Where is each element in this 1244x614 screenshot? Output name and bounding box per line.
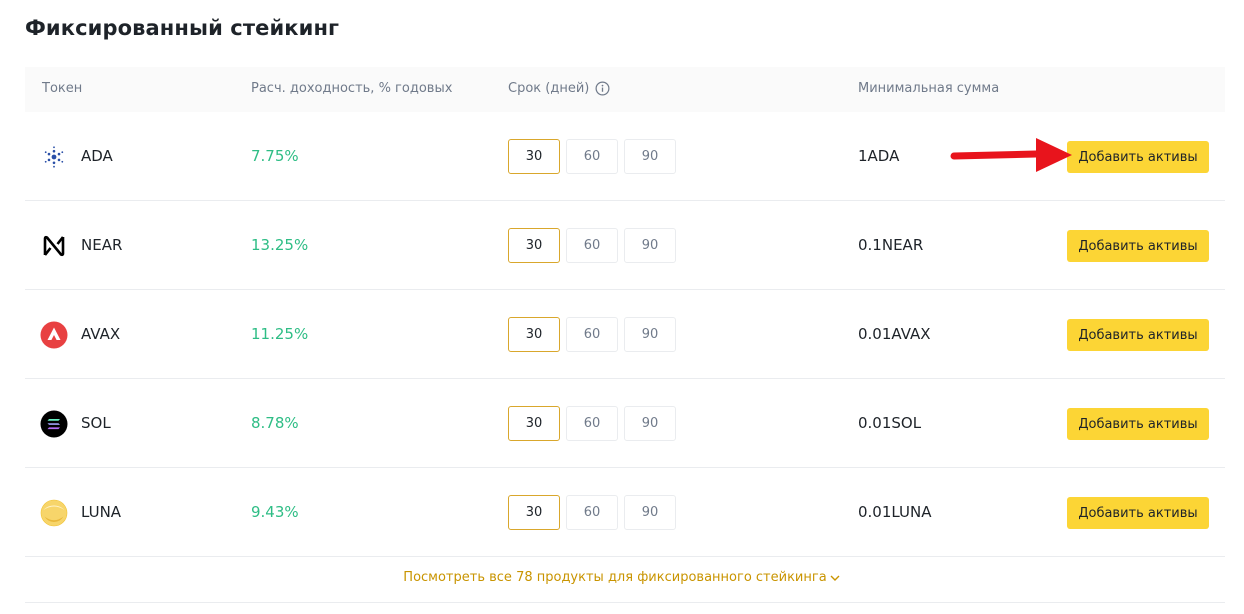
term-30-button[interactable]: 30 — [508, 139, 560, 174]
page-title: Фиксированный стейкинг — [25, 16, 340, 40]
add-assets-button[interactable]: Добавить активы — [1067, 497, 1209, 529]
token-name: SOL — [81, 414, 111, 432]
header-token: Токен — [42, 81, 83, 96]
view-all-products-label: Посмотреть все 78 продукты для фиксирова… — [403, 570, 827, 585]
header-min-amount: Минимальная сумма — [858, 81, 1000, 96]
term-90-button[interactable]: 90 — [624, 317, 676, 352]
term-30-button[interactable]: 30 — [508, 317, 560, 352]
solana-icon — [40, 410, 68, 438]
chevron-down-icon — [830, 575, 840, 581]
token-name: ADA — [81, 147, 113, 165]
header-term: Срок (дней) — [508, 81, 610, 96]
yield-value: 8.78% — [251, 414, 299, 432]
term-30-button[interactable]: 30 — [508, 495, 560, 530]
term-60-button[interactable]: 60 — [566, 228, 618, 263]
min-amount: 0.01SOL — [858, 414, 922, 432]
min-amount: 0.01AVAX — [858, 325, 931, 343]
term-90-button[interactable]: 90 — [624, 406, 676, 441]
header-term-label: Срок (дней) — [508, 81, 590, 96]
add-assets-button[interactable]: Добавить активы — [1067, 408, 1209, 440]
terra-luna-icon — [40, 499, 68, 527]
table-row: AVAX 11.25% 30 60 90 0.01AVAX Добавить а… — [25, 290, 1225, 379]
term-60-button[interactable]: 60 — [566, 495, 618, 530]
yield-value: 9.43% — [251, 503, 299, 521]
cardano-icon — [44, 146, 64, 168]
yield-value: 13.25% — [251, 236, 309, 254]
token-name: LUNA — [81, 503, 122, 521]
avalanche-icon — [40, 321, 68, 349]
add-assets-button[interactable]: Добавить активы — [1067, 230, 1209, 262]
add-assets-button[interactable]: Добавить активы — [1067, 141, 1209, 173]
header-yield: Расч. доходность, % годовых — [251, 81, 453, 96]
term-90-button[interactable]: 90 — [624, 228, 676, 263]
token-name: NEAR — [81, 236, 123, 254]
info-icon[interactable] — [595, 81, 610, 96]
yield-value: 11.25% — [251, 325, 309, 343]
table-header: Токен Расч. доходность, % годовых Срок (… — [25, 67, 1225, 112]
term-90-button[interactable]: 90 — [624, 495, 676, 530]
table-row: SOL 8.78% 30 60 90 0.01SOL Добавить акти… — [25, 379, 1225, 468]
view-all-products-link[interactable]: Посмотреть все 78 продукты для фиксирова… — [0, 570, 1244, 585]
add-assets-button[interactable]: Добавить активы — [1067, 319, 1209, 351]
term-90-button[interactable]: 90 — [624, 139, 676, 174]
token-name: AVAX — [81, 325, 121, 343]
term-30-button[interactable]: 30 — [508, 406, 560, 441]
red-arrow-annotation-icon — [950, 138, 1072, 172]
near-icon — [43, 235, 65, 257]
min-amount: 1ADA — [858, 147, 900, 165]
min-amount: 0.01LUNA — [858, 503, 932, 521]
yield-value: 7.75% — [251, 147, 299, 165]
staking-table: Токен Расч. доходность, % годовых Срок (… — [25, 67, 1225, 557]
table-row: NEAR 13.25% 30 60 90 0.1NEAR Добавить ак… — [25, 201, 1225, 290]
table-row: LUNA 9.43% 30 60 90 0.01LUNA Добавить ак… — [25, 468, 1225, 557]
divider — [25, 602, 1225, 603]
min-amount: 0.1NEAR — [858, 236, 924, 254]
term-30-button[interactable]: 30 — [508, 228, 560, 263]
term-60-button[interactable]: 60 — [566, 139, 618, 174]
term-60-button[interactable]: 60 — [566, 406, 618, 441]
term-60-button[interactable]: 60 — [566, 317, 618, 352]
